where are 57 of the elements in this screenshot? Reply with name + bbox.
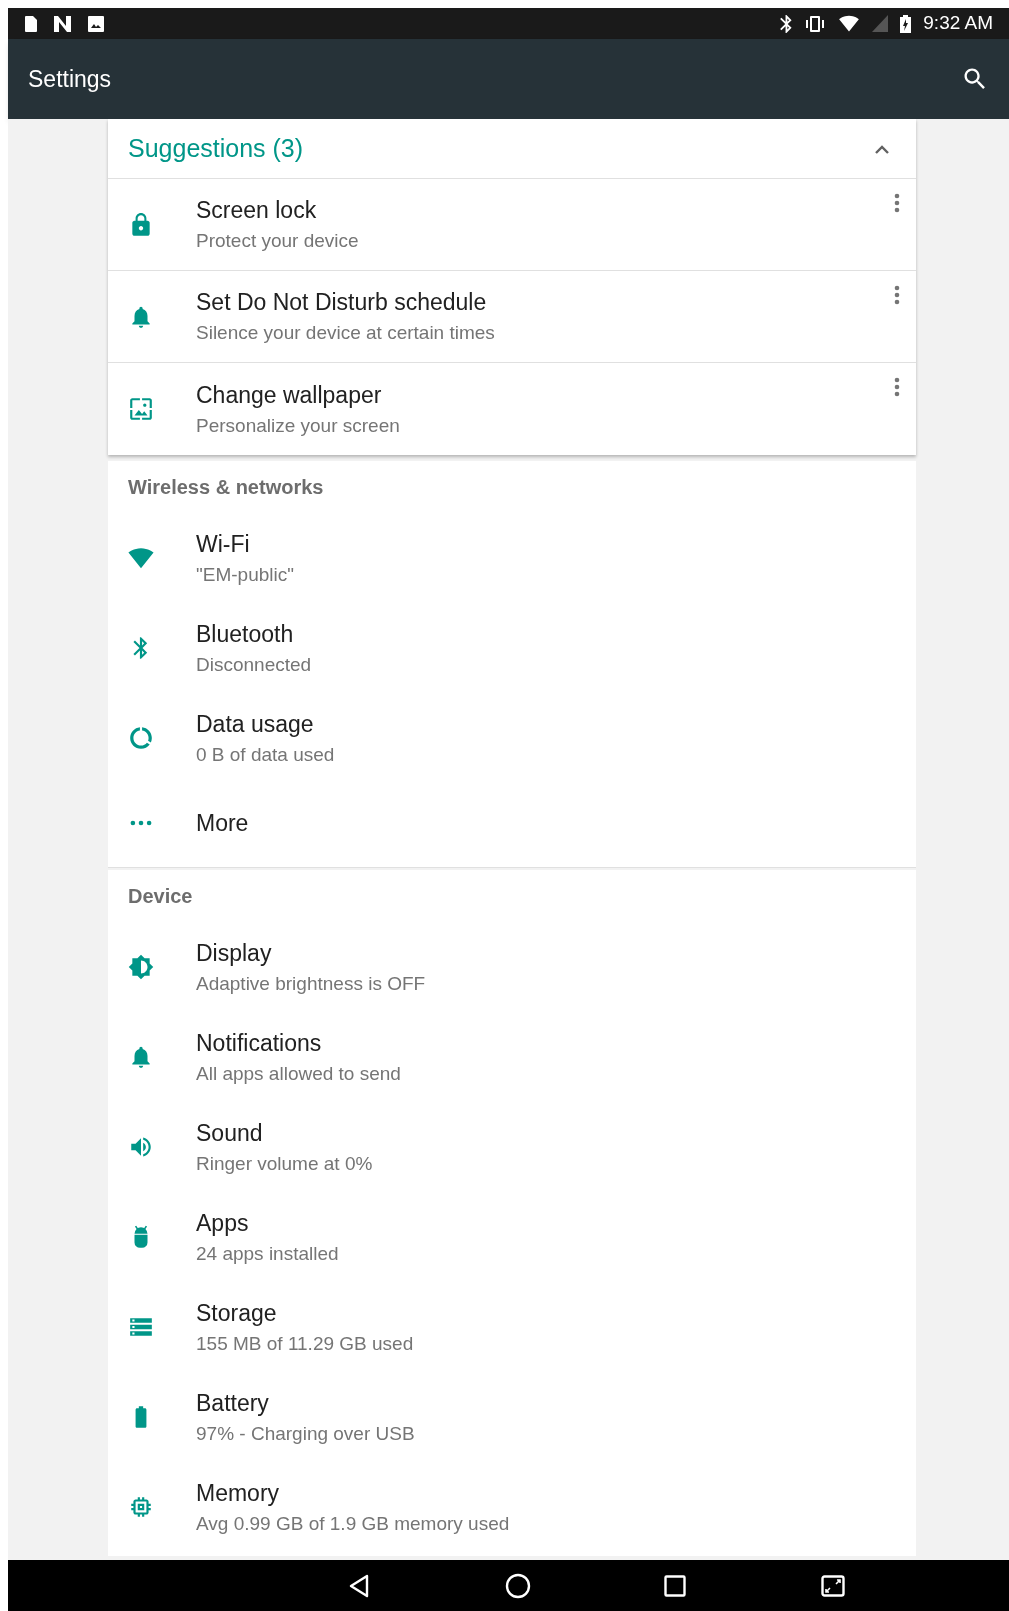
item-summary: Protect your device — [196, 229, 360, 253]
item-title: Sound — [196, 1118, 264, 1147]
recents-icon[interactable] — [664, 1574, 686, 1597]
wifi-icon — [838, 15, 861, 32]
item-title: Storage — [196, 1298, 278, 1327]
suggestion-item[interactable]: Screen lock Protect your device — [108, 179, 916, 271]
more-options-icon[interactable] — [894, 193, 900, 213]
item-title: Bluetooth — [196, 619, 295, 648]
app-bar-title: Settings — [28, 64, 112, 94]
item-summary: 0 B of data used — [196, 742, 336, 767]
item-title: Display — [196, 938, 273, 967]
bluetooth-icon — [780, 14, 793, 33]
item-summary: Adaptive brightness is OFF — [196, 971, 427, 996]
item-summary: Disconnected — [196, 652, 313, 677]
no-signal-icon — [872, 15, 889, 32]
brightness-icon — [128, 954, 154, 980]
wallpaper-icon — [128, 396, 154, 422]
image-icon — [88, 15, 104, 32]
section-header: Device — [128, 884, 193, 909]
item-summary: Avg 0.99 GB of 1.9 GB memory used — [196, 1511, 511, 1536]
sim-icon — [24, 15, 38, 32]
item-summary: 24 apps installed — [196, 1241, 340, 1266]
section-header: Wireless & networks — [128, 475, 324, 500]
item-title: Memory — [196, 1478, 281, 1507]
suggestions-title: Suggestions (3) — [128, 132, 304, 164]
item-summary: Personalize your screen — [196, 413, 401, 438]
vibrate-icon — [804, 15, 827, 32]
item-title: Change wallpaper — [196, 380, 383, 409]
suggestion-item[interactable]: Set Do Not Disturb schedule Silence your device at certain times — [108, 271, 916, 363]
item-summary: Silence your device at certain times — [196, 321, 496, 345]
item-title: Screen lock — [196, 196, 318, 224]
more-icon — [130, 820, 152, 826]
chevron-up-icon[interactable] — [874, 143, 890, 154]
battery-charging-icon — [900, 14, 912, 33]
suggestion-item[interactable]: Change wallpaper Personalize your screen — [108, 363, 916, 455]
suggestions-header[interactable]: Suggestions (3) — [108, 119, 916, 179]
item-summary: Ringer volume at 0% — [196, 1151, 374, 1176]
more-options-icon[interactable] — [894, 285, 900, 305]
home-icon[interactable] — [505, 1572, 531, 1599]
item-title: Apps — [196, 1208, 250, 1237]
item-title: More — [196, 809, 250, 837]
data-usage-icon — [128, 725, 154, 751]
more-options-icon[interactable] — [894, 377, 900, 397]
item-title: Data usage — [196, 709, 315, 738]
picture-in-picture-icon[interactable] — [821, 1574, 845, 1597]
item-title: Wi-Fi — [196, 529, 251, 558]
item-title: Battery — [196, 1388, 270, 1417]
item-summary: 97% - Charging over USB — [196, 1421, 416, 1446]
chip-icon — [128, 1494, 154, 1520]
item-summary: 155 MB of 11.29 GB used — [196, 1331, 415, 1356]
clock-time: 9:32 AM — [923, 11, 993, 36]
item-summary: All apps allowed to send — [196, 1061, 402, 1086]
item-title: Notifications — [196, 1028, 323, 1057]
item-summary: "EM-public" — [196, 562, 295, 587]
back-icon[interactable] — [348, 1573, 370, 1598]
wifi-icon — [128, 545, 154, 571]
item-title: Set Do Not Disturb schedule — [196, 288, 488, 316]
